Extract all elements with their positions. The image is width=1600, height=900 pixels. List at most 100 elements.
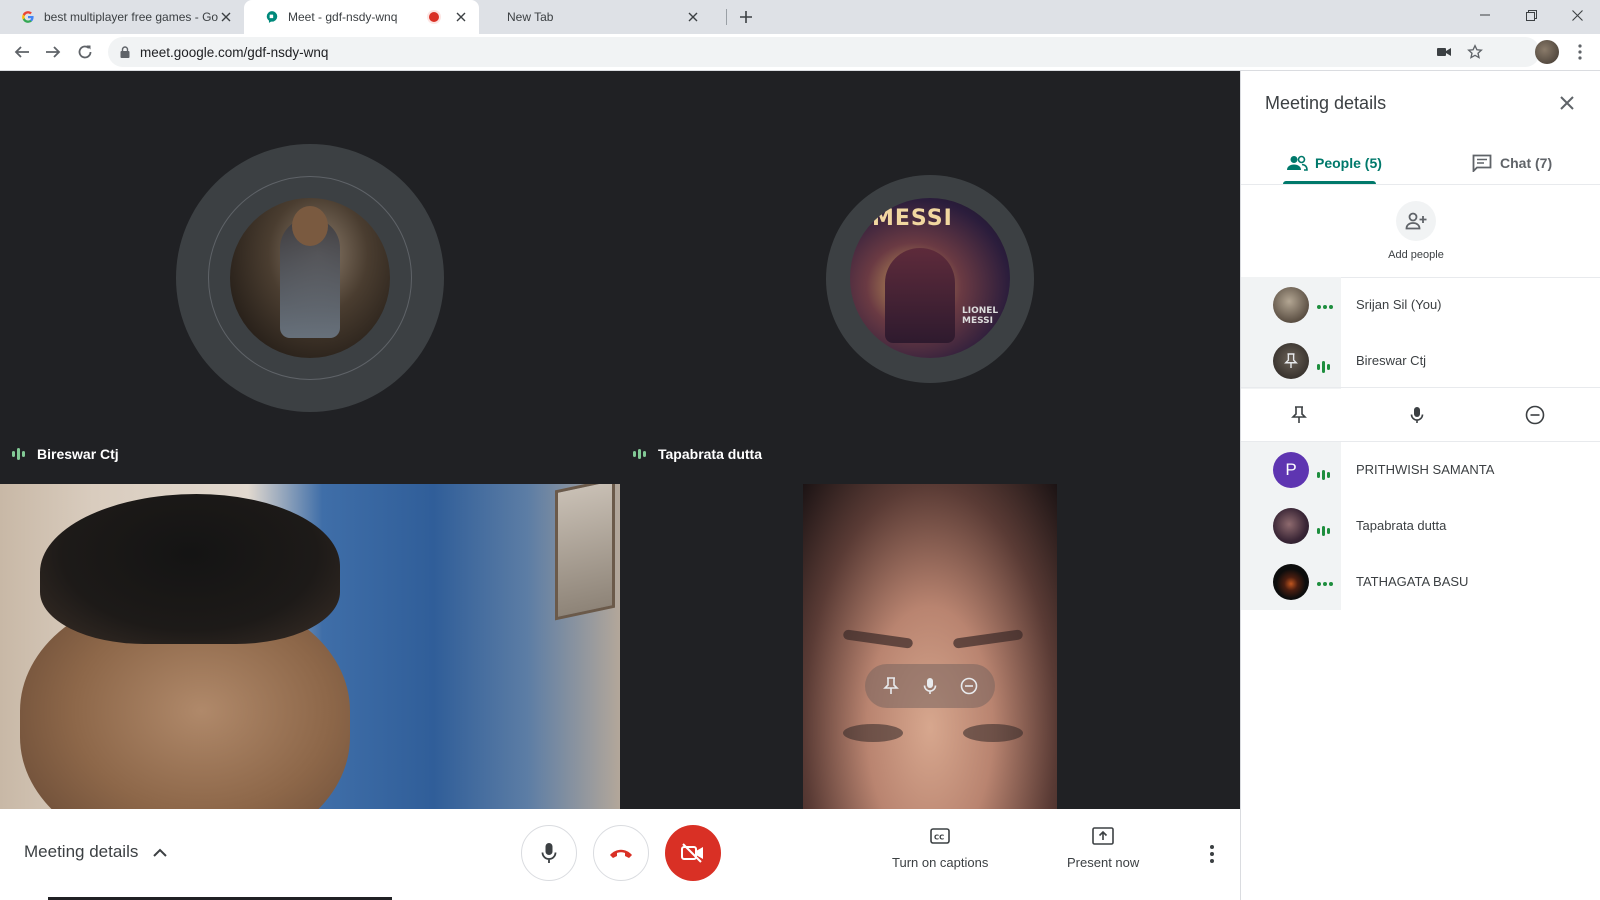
captions-button[interactable]: CC Turn on captions [892, 823, 988, 870]
pin-icon[interactable] [1287, 403, 1311, 427]
tab-title: Meet - gdf-nsdy-wnq [288, 10, 398, 24]
people-icon [1285, 151, 1309, 175]
close-icon [1571, 9, 1583, 21]
more-vert-icon [1210, 845, 1214, 863]
close-panel-button[interactable] [1555, 91, 1579, 115]
add-person-icon [1396, 201, 1436, 241]
recording-indicator-icon [429, 12, 439, 22]
address-bar[interactable]: meet.google.com/gdf-nsdy-wnq [108, 37, 1540, 67]
video-off-icon [681, 843, 703, 863]
participant-name-label: Tapabrata dutta [633, 446, 762, 462]
close-icon [1560, 96, 1574, 110]
chevron-up-icon [150, 842, 170, 862]
participant-row[interactable]: Srijan Sil (You) [1241, 277, 1600, 333]
microphone-icon[interactable] [1405, 403, 1429, 427]
avatar: P [1273, 452, 1309, 488]
minimize-icon [1480, 14, 1490, 16]
meeting-details-toggle[interactable]: Meeting details [24, 842, 170, 862]
participant-avatar[interactable]: MESSI LIONEL MESSI [850, 198, 1010, 358]
avatar [1273, 343, 1309, 379]
participant-row[interactable]: P PRITHWISH SAMANTA [1241, 442, 1600, 498]
tab-chat[interactable]: Chat (7) [1470, 143, 1552, 183]
participant-avatar[interactable] [230, 198, 390, 358]
audio-level-icon [12, 448, 25, 460]
profile-avatar[interactable] [1535, 40, 1559, 64]
bookmark-star-icon[interactable] [1465, 42, 1485, 62]
participant-row[interactable]: TATHAGATA BASU [1241, 554, 1600, 610]
restore-icon [1525, 9, 1537, 21]
audio-level-icon [633, 449, 646, 459]
participant-actions [1241, 389, 1600, 441]
svg-text:CC: CC [934, 834, 944, 842]
present-screen-icon [1090, 823, 1116, 849]
divider [1241, 184, 1600, 185]
hang-up-icon [610, 849, 632, 858]
tab-google-search[interactable]: best multiplayer free games - Go [0, 0, 244, 34]
participant-name-label: Bireswar Ctj [12, 446, 119, 462]
forward-button[interactable] [41, 40, 65, 64]
browser-menu-button[interactable] [1568, 40, 1592, 64]
restore-button[interactable] [1508, 0, 1554, 30]
tab-new-tab[interactable]: New Tab [481, 0, 711, 34]
avatar-text: LIONEL MESSI [962, 306, 999, 326]
minimize-button[interactable] [1462, 0, 1508, 30]
tab-strip: best multiplayer free games - Go Meet - … [0, 0, 1600, 34]
divider [1241, 387, 1600, 388]
audio-level-icon [1317, 470, 1330, 480]
chat-icon [1470, 151, 1494, 175]
add-people-button[interactable]: Add people [1372, 201, 1460, 261]
camera-off-button[interactable] [665, 825, 721, 881]
google-icon [20, 9, 36, 25]
pin-icon [1284, 353, 1298, 368]
microphone-icon[interactable] [918, 674, 942, 698]
avatar [1273, 287, 1309, 323]
present-now-button[interactable]: Present now [1067, 823, 1139, 870]
close-icon[interactable] [218, 9, 234, 25]
call-controls-bar: Meeting details CC Turn on captions Pres… [0, 809, 1240, 897]
arrow-left-icon [14, 46, 29, 58]
audio-level-icon [1317, 526, 1330, 536]
lock-icon[interactable] [118, 45, 132, 59]
microphone-icon [541, 843, 557, 863]
reload-button[interactable] [73, 40, 97, 64]
avatar [1273, 564, 1309, 600]
more-vert-icon [1578, 44, 1582, 60]
audio-dots-icon [1317, 305, 1333, 309]
avatar [1273, 508, 1309, 544]
closed-captions-icon: CC [927, 823, 953, 849]
tab-separator [726, 9, 727, 25]
tab-people[interactable]: People (5) [1285, 143, 1382, 183]
arrow-right-icon [46, 46, 61, 58]
close-window-button[interactable] [1554, 0, 1600, 30]
leave-call-button[interactable] [593, 825, 649, 881]
reload-icon [78, 45, 92, 59]
plus-icon [740, 11, 752, 23]
remove-icon[interactable] [1523, 403, 1547, 427]
video-stage: MESSI LIONEL MESSI Bireswar Ctj Tapabrat… [0, 71, 1240, 809]
back-button[interactable] [10, 40, 34, 64]
meet-icon [264, 9, 280, 25]
participant-row[interactable]: Tapabrata dutta [1241, 498, 1600, 554]
tile-hover-controls [865, 664, 995, 708]
remove-icon[interactable] [957, 674, 981, 698]
participant-row[interactable]: Bireswar Ctj [1241, 333, 1600, 389]
url-text: meet.google.com/gdf-nsdy-wnq [140, 44, 329, 60]
pin-icon[interactable] [879, 674, 903, 698]
meeting-details-panel: Meeting details People (5) Chat (7) Add … [1240, 71, 1600, 900]
audio-level-icon [1317, 361, 1330, 373]
tab-title: best multiplayer free games - Go [44, 10, 218, 24]
audio-dots-icon [1317, 582, 1333, 586]
new-tab-button[interactable] [736, 7, 756, 27]
close-icon[interactable] [453, 9, 469, 25]
browser-toolbar: meet.google.com/gdf-nsdy-wnq [0, 34, 1600, 71]
video-feed-self[interactable] [0, 484, 620, 809]
tab-meet[interactable]: Meet - gdf-nsdy-wnq [244, 0, 479, 34]
close-icon[interactable] [685, 9, 701, 25]
more-options-button[interactable] [1200, 842, 1224, 866]
video-feed-participant[interactable] [803, 484, 1057, 809]
tab-title: New Tab [507, 10, 554, 24]
camera-permission-icon[interactable] [1434, 42, 1454, 62]
microphone-button[interactable] [521, 825, 577, 881]
avatar-text: MESSI [872, 206, 953, 231]
panel-title: Meeting details [1265, 93, 1387, 113]
